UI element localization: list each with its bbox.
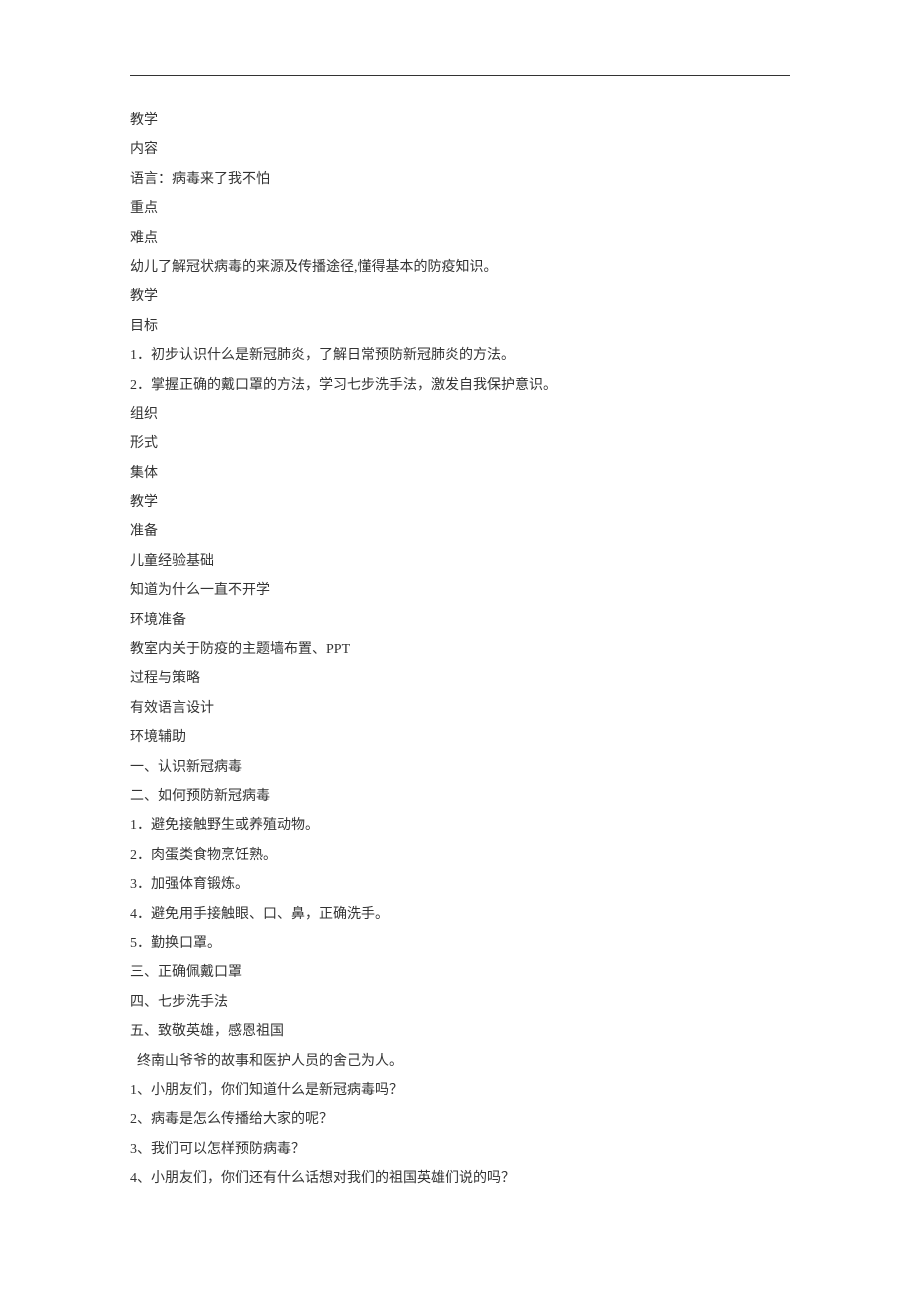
document-page: 教学 内容 语言：病毒来了我不怕 重点 难点 幼儿了解冠状病毒的来源及传播途径,… [0,0,920,1293]
text-line: 1．初步认识什么是新冠肺炎，了解日常预防新冠肺炎的方法。 [130,341,790,370]
text-line: 难点 [130,224,790,253]
text-line: 教学 [130,282,790,311]
text-line: 2．肉蛋类食物烹饪熟。 [130,841,790,870]
text-line: 四、七步洗手法 [130,988,790,1017]
text-line: 幼儿了解冠状病毒的来源及传播途径,懂得基本的防疫知识。 [130,253,790,282]
text-line: 组织 [130,400,790,429]
text-line: 环境准备 [130,606,790,635]
text-line: 有效语言设计 [130,694,790,723]
text-line: 准备 [130,517,790,546]
text-line: 2．掌握正确的戴口罩的方法，学习七步洗手法，激发自我保护意识。 [130,371,790,400]
text-line: 1、小朋友们，你们知道什么是新冠病毒吗？ [130,1076,790,1105]
text-line: 五、致敬英雄，感恩祖国 [130,1017,790,1046]
text-line: 3、我们可以怎样预防病毒？ [130,1135,790,1164]
text-line: 环境辅助 [130,723,790,752]
text-line: 教学 [130,488,790,517]
text-line: 3．加强体育锻炼。 [130,870,790,899]
text-line: 内容 [130,135,790,164]
text-line: 目标 [130,312,790,341]
document-content: 教学 内容 语言：病毒来了我不怕 重点 难点 幼儿了解冠状病毒的来源及传播途径,… [130,106,790,1193]
text-line: 集体 [130,459,790,488]
text-line: 教室内关于防疫的主题墙布置、PPT [130,635,790,664]
text-line: 三、正确佩戴口罩 [130,958,790,987]
text-line: 知道为什么一直不开学 [130,576,790,605]
text-line: 语言：病毒来了我不怕 [130,165,790,194]
text-line: 儿童经验基础 [130,547,790,576]
text-line: 一、认识新冠病毒 [130,753,790,782]
text-line: 二、如何预防新冠病毒 [130,782,790,811]
text-line: 终南山爷爷的故事和医护人员的舍己为人。 [130,1047,790,1076]
text-line: 1．避免接触野生或养殖动物。 [130,811,790,840]
text-line: 教学 [130,106,790,135]
text-line: 重点 [130,194,790,223]
text-line: 过程与策略 [130,664,790,693]
text-line: 4、小朋友们，你们还有什么话想对我们的祖国英雄们说的吗？ [130,1164,790,1193]
text-line: 形式 [130,429,790,458]
text-line: 5．勤换口罩。 [130,929,790,958]
page-top-rule [130,75,790,76]
text-line: 4．避免用手接触眼、口、鼻，正确洗手。 [130,900,790,929]
text-line: 2、病毒是怎么传播给大家的呢？ [130,1105,790,1134]
